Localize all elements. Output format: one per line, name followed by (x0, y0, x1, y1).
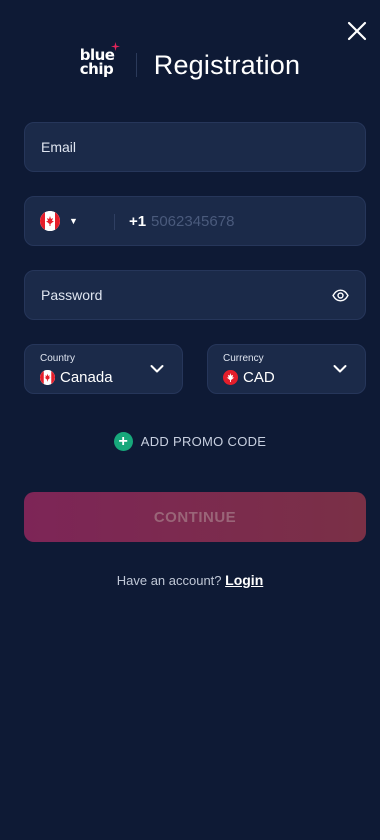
continue-button[interactable]: CONTINUE (24, 492, 366, 542)
email-label: Email (41, 139, 77, 155)
close-icon (347, 21, 367, 41)
password-field[interactable]: Password (24, 270, 366, 320)
currency-value-row: CAD (223, 369, 275, 386)
country-label: Country (40, 353, 76, 364)
currency-value: CAD (243, 369, 275, 386)
plus-icon: + (113, 432, 133, 451)
logo-line-2: chip (79, 60, 114, 78)
login-link[interactable]: Login (225, 572, 263, 588)
country-select[interactable]: Country Canada (24, 344, 183, 394)
promo-label: ADD PROMO CODE (140, 434, 267, 449)
canada-flag-icon (40, 211, 60, 231)
chevron-down-icon (150, 365, 164, 373)
currency-label: Currency (223, 353, 264, 364)
phone-country-selector[interactable]: ▼ (40, 211, 78, 231)
currency-select[interactable]: Currency CAD (207, 344, 366, 394)
canada-currency-icon (223, 370, 238, 385)
email-field[interactable]: Email (24, 122, 366, 172)
have-account-text: Have an account? (116, 573, 222, 588)
page-title: Registration (153, 49, 301, 80)
header: blue chip Registration (0, 42, 380, 86)
password-label: Password (41, 287, 103, 303)
close-button[interactable] (346, 20, 368, 42)
eye-icon[interactable] (332, 287, 349, 304)
chevron-down-icon (333, 365, 347, 373)
canada-flag-icon (40, 370, 55, 385)
phone-separator (114, 214, 115, 230)
add-promo-code-button[interactable]: + ADD PROMO CODE (0, 432, 380, 451)
chevron-down-icon: ▼ (69, 216, 78, 226)
have-account-row: Have an account? Login (0, 572, 380, 588)
country-value-row: Canada (40, 369, 113, 386)
phone-input[interactable] (151, 207, 351, 235)
phone-field: ▼ +1 (24, 196, 366, 246)
country-value: Canada (60, 369, 113, 386)
dial-code: +1 (129, 213, 147, 230)
logo-star-icon (110, 42, 120, 51)
brand-logo: blue chip (79, 42, 120, 82)
header-divider (135, 53, 137, 77)
